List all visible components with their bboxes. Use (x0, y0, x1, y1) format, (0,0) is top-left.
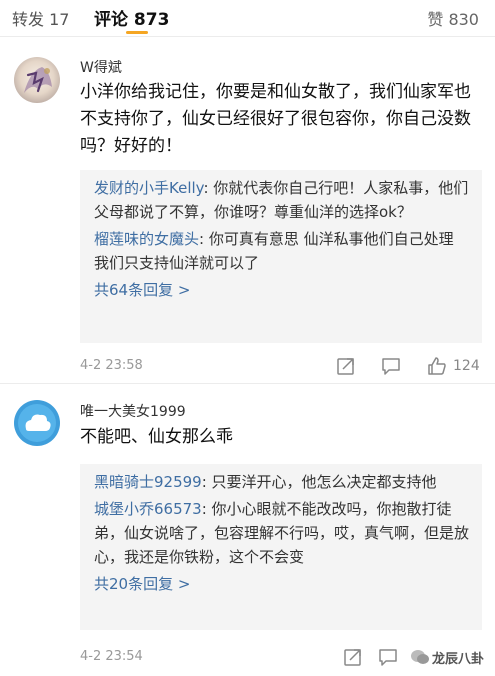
comment-meta: 4-2 23:54 龙辰八卦 (80, 646, 485, 670)
watermark: 龙辰八卦 (410, 646, 485, 668)
comment-item: W得斌 小洋你给我记住，你要是和仙女散了，我们仙家军也不支持你了，仙女已经很好了… (0, 37, 495, 382)
avatar[interactable] (14, 57, 60, 103)
like-count: 124 (453, 358, 480, 374)
watermark-text: 龙辰八卦 (432, 652, 485, 667)
more-replies-link[interactable]: 共64条回复 > (94, 278, 470, 302)
reply-author[interactable]: 发财的小手Kelly (94, 179, 203, 197)
comment-username[interactable]: W得斌 (80, 57, 122, 77)
reply-author[interactable]: 城堡小乔66573 (94, 500, 202, 518)
comment-meta: 4-2 23:58 124 (80, 355, 485, 379)
comment-time: 4-2 23:54 (80, 649, 143, 664)
reply-preview[interactable]: 发财的小手Kelly: 你就代表你自己行吧！人家私事，他们父母都说了不算，你谁呀… (80, 170, 482, 343)
more-replies-link[interactable]: 共20条回复 > (94, 572, 470, 596)
reply-item: 发财的小手Kelly: 你就代表你自己行吧！人家私事，他们父母都说了不算，你谁呀… (94, 176, 470, 224)
avatar[interactable] (14, 400, 60, 446)
wechat-icon (411, 650, 429, 664)
reply-item: 榴莲味的女魔头: 你可真有意思 仙洋私事他们自己处理 我们只支持仙洋就可以了 (94, 227, 470, 275)
avatar-image (14, 400, 60, 446)
reply-item: 黑暗骑士92599: 只要洋开心，他怎么决定都支持他 (94, 470, 470, 494)
reply-author[interactable]: 黑暗骑士92599 (94, 473, 202, 491)
like-icon[interactable] (426, 355, 448, 377)
comment-icon[interactable] (380, 355, 402, 377)
comment-time: 4-2 23:58 (80, 358, 143, 373)
reply-preview[interactable]: 黑暗骑士92599: 只要洋开心，他怎么决定都支持他 城堡小乔66573: 你小… (80, 464, 482, 630)
tab-bar: 转发 17 评论 873 赞 830 (0, 0, 495, 36)
comment-username[interactable]: 唯一大美女1999 (80, 401, 186, 421)
reply-author[interactable]: 榴莲味的女魔头 (94, 230, 199, 248)
tab-comment[interactable]: 评论 873 (94, 5, 169, 30)
comment-text: 不能吧、仙女那么乖 (80, 427, 233, 447)
active-tab-indicator (126, 31, 148, 34)
avatar-image (14, 57, 60, 103)
tab-repost[interactable]: 转发 17 (12, 6, 69, 30)
share-icon[interactable] (335, 355, 357, 377)
share-icon[interactable] (342, 646, 364, 668)
reply-item: 城堡小乔66573: 你小心眼就不能改改吗，你抱散打徒弟，仙女说啥了，包容理解不… (94, 497, 470, 569)
comment-item: 唯一大美女1999 不能吧、仙女那么乖 黑暗骑士92599: 只要洋开心，他怎么… (0, 384, 495, 676)
reply-text: : 只要洋开心，他怎么决定都支持他 (201, 473, 437, 491)
comment-text: 小洋你给我记住，你要是和仙女散了，我们仙家军也不支持你了，仙女已经很好了很包容你… (80, 82, 471, 156)
tab-like[interactable]: 赞 830 (427, 6, 479, 30)
comment-icon[interactable] (377, 646, 399, 668)
